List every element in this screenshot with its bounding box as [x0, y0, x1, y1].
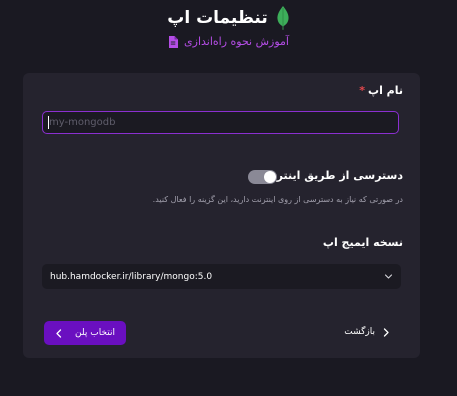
- required-marker: *: [359, 84, 366, 97]
- internet-access-label: دسترسی از طریق اینترنت: [260, 169, 403, 182]
- toggle-knob: [264, 171, 276, 183]
- select-plan-button-label: انتخاب پلن: [75, 328, 115, 338]
- settings-card: نام اپ* دسترسی از طریق اینترنت در صورتی …: [23, 73, 420, 358]
- chevron-right-icon: [383, 327, 389, 337]
- document-icon: [169, 35, 179, 48]
- app-image-selected-value: hub.hamdocker.ir/library/mongo:5.0: [50, 271, 213, 282]
- text-caret: [48, 116, 49, 129]
- app-image-label: نسخه ایمیج اپ: [322, 236, 403, 249]
- chevron-left-icon: [56, 328, 62, 338]
- select-plan-button[interactable]: انتخاب پلن: [44, 321, 126, 345]
- setup-guide-link[interactable]: آموزش نحوه راه‌اندازی: [0, 35, 457, 48]
- page-title: تنظیمات اپ: [167, 8, 268, 28]
- back-button[interactable]: بازگشت: [344, 327, 390, 337]
- internet-access-hint: در صورتی که نیاز به دسترسی از روی اینترن…: [152, 195, 403, 204]
- app-image-select[interactable]: hub.hamdocker.ir/library/mongo:5.0: [42, 264, 401, 289]
- mongodb-leaf-icon: [277, 6, 289, 30]
- setup-guide-label: آموزش نحوه راه‌اندازی: [184, 35, 289, 48]
- app-name-label-text: نام اپ: [368, 84, 403, 97]
- app-name-input[interactable]: [42, 111, 399, 134]
- chevron-down-icon: [384, 274, 393, 279]
- page-header: تنظیمات اپ: [0, 6, 457, 30]
- back-button-label: بازگشت: [344, 327, 375, 337]
- app-name-label: نام اپ*: [359, 84, 403, 97]
- internet-access-toggle[interactable]: [248, 170, 277, 184]
